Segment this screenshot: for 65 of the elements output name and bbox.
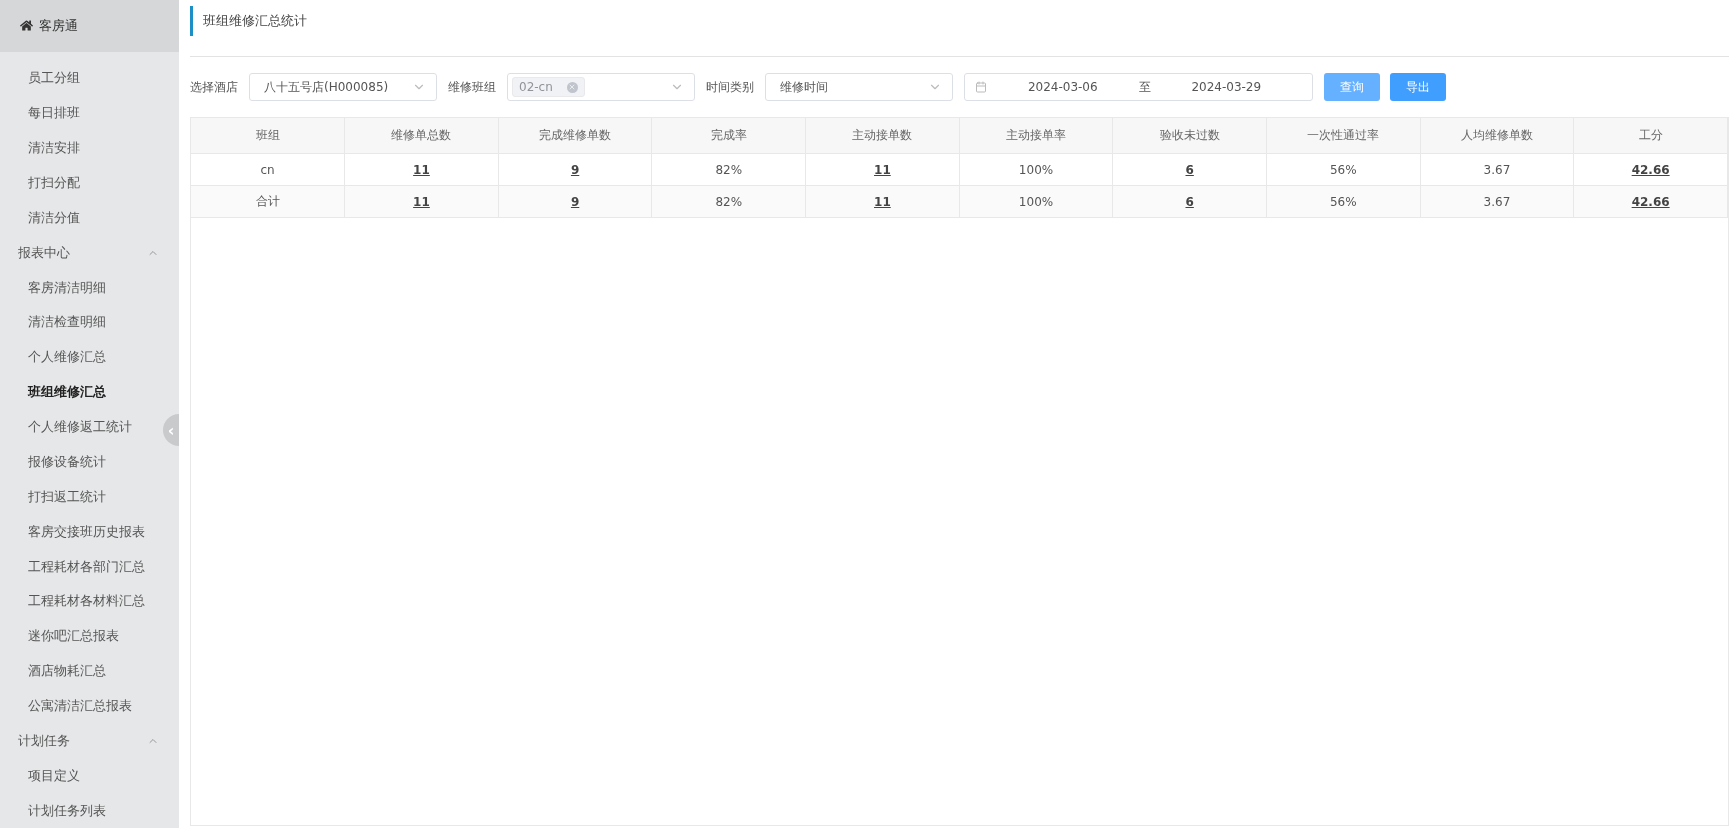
sidebar-item[interactable]: 每日排班 bbox=[28, 95, 80, 131]
table-link[interactable]: 11 bbox=[805, 153, 960, 186]
table-link[interactable]: 9 bbox=[498, 185, 652, 218]
table-link[interactable]: 42.66 bbox=[1573, 153, 1728, 186]
table-cell: 100% bbox=[959, 153, 1113, 186]
column-header: 完成率 bbox=[651, 118, 806, 154]
sidebar-item[interactable]: 个人维修返工统计 bbox=[28, 409, 132, 445]
sidebar-item[interactable]: 清洁安排 bbox=[28, 130, 80, 166]
table-link[interactable]: 9 bbox=[498, 153, 652, 186]
menu-group[interactable]: 报表中心 bbox=[0, 235, 179, 271]
sidebar-item[interactable]: 工程耗材各部门汇总 bbox=[28, 549, 145, 584]
table-cell: 合计 bbox=[191, 185, 345, 218]
tag: 02-cn bbox=[512, 77, 585, 97]
sidebar-item[interactable]: 迷你吧汇总报表 bbox=[28, 618, 119, 654]
table-link[interactable]: 6 bbox=[1112, 185, 1267, 218]
sidebar-item[interactable]: 报修设备统计 bbox=[28, 444, 106, 480]
column-header: 班组 bbox=[191, 118, 345, 154]
column-header: 人均维修单数 bbox=[1420, 118, 1574, 154]
sidebar-item[interactable]: 项目定义 bbox=[28, 758, 80, 794]
table-cell: 100% bbox=[959, 185, 1113, 218]
table-cell: 82% bbox=[651, 153, 806, 186]
sidebar-item[interactable]: 个人维修汇总 bbox=[28, 339, 106, 375]
sidebar-item[interactable]: 打扫返工统计 bbox=[28, 479, 106, 515]
table-link[interactable]: 11 bbox=[344, 153, 499, 186]
table-cell: 56% bbox=[1266, 185, 1421, 218]
column-header: 工分 bbox=[1573, 118, 1728, 154]
app-name: 客房通 bbox=[39, 16, 78, 35]
sidebar-item[interactable]: 计划任务列表 bbox=[28, 793, 106, 828]
table-link[interactable]: 11 bbox=[344, 185, 499, 218]
table-cell: 3.67 bbox=[1420, 153, 1574, 186]
table-cell: 82% bbox=[651, 185, 806, 218]
column-header: 完成维修单数 bbox=[498, 118, 652, 154]
filter-label: 选择酒店 bbox=[190, 78, 238, 96]
column-header: 主动接单率 bbox=[959, 118, 1113, 154]
table-cell: 3.67 bbox=[1420, 185, 1574, 218]
sidebar-item[interactable]: 公寓清洁汇总报表 bbox=[28, 688, 132, 724]
sidebar-item[interactable]: 员工分组 bbox=[28, 60, 80, 96]
column-header: 维修单总数 bbox=[344, 118, 499, 154]
select-field[interactable]: 维修时间 bbox=[765, 73, 953, 101]
sidebar-item[interactable]: 打扫分配 bbox=[28, 165, 80, 201]
table-link[interactable]: 6 bbox=[1112, 153, 1267, 186]
sidebar-item[interactable]: 班组维修汇总 bbox=[28, 374, 106, 410]
sidebar-header[interactable]: 客房通 bbox=[0, 0, 179, 52]
filter-label: 维修班组 bbox=[448, 78, 496, 96]
sidebar-item[interactable]: 清洁分值 bbox=[28, 200, 80, 236]
select-field[interactable]: 八十五号店(H000085) bbox=[249, 73, 437, 101]
close-icon[interactable] bbox=[566, 81, 578, 93]
sidebar-item[interactable]: 酒店物耗汇总 bbox=[28, 653, 106, 689]
sidebar-item[interactable]: 清洁检查明细 bbox=[28, 304, 106, 340]
home-icon bbox=[20, 19, 33, 33]
table-link[interactable]: 11 bbox=[805, 185, 960, 218]
column-header: 验收未过数 bbox=[1112, 118, 1267, 154]
column-header: 一次性通过率 bbox=[1266, 118, 1421, 154]
column-header: 主动接单数 bbox=[805, 118, 960, 154]
sidebar-item[interactable]: 客房交接班历史报表 bbox=[28, 514, 145, 550]
calendar-icon bbox=[975, 81, 987, 93]
page-title: 班组维修汇总统计 bbox=[190, 6, 307, 36]
sidebar-item[interactable]: 工程耗材各材料汇总 bbox=[28, 583, 145, 619]
menu-group[interactable]: 计划任务 bbox=[0, 723, 179, 759]
date-range-field[interactable]: 2024-03-06 至 2024-03-29 bbox=[964, 73, 1313, 101]
filter-label: 时间类别 bbox=[706, 78, 754, 96]
table-link[interactable]: 42.66 bbox=[1573, 185, 1728, 218]
sidebar-item[interactable]: 客房清洁明细 bbox=[28, 270, 106, 305]
table-cell: cn bbox=[191, 153, 345, 186]
table-cell: 56% bbox=[1266, 153, 1421, 186]
